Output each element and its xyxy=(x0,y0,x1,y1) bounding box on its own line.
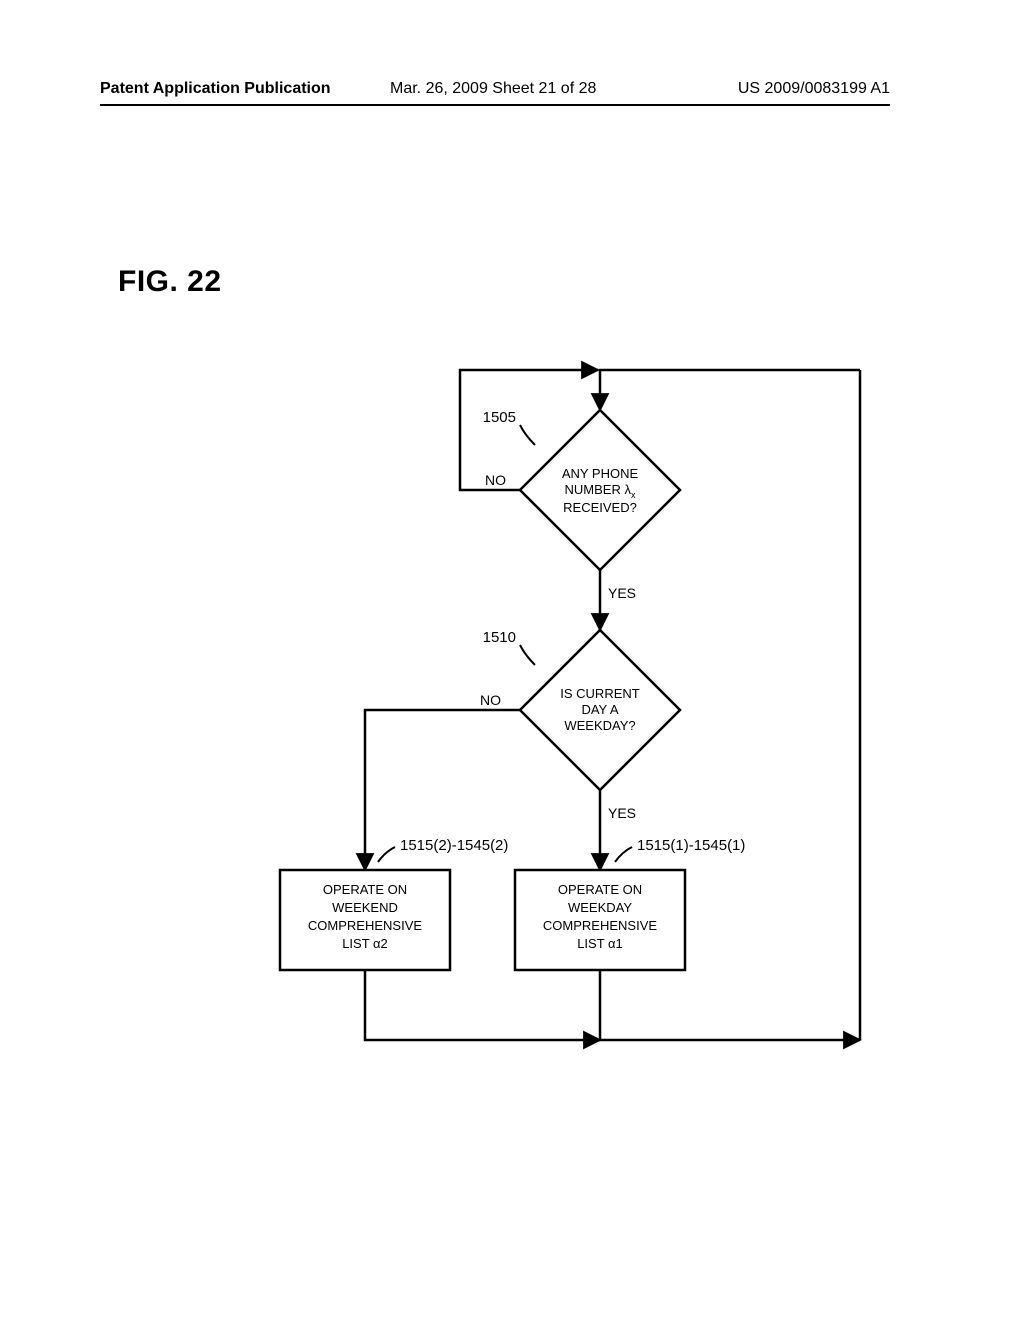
header-publication: Patent Application Publication xyxy=(100,80,331,98)
ref-1510: 1510 xyxy=(483,629,535,665)
header-divider xyxy=(100,104,890,106)
pw-l1: OPERATE ON xyxy=(323,882,407,897)
ref-1505: 1505 xyxy=(483,409,535,445)
label-no-1: NO xyxy=(485,472,506,488)
edge-d1-yes: YES xyxy=(600,570,636,630)
label-no-2: NO xyxy=(480,692,501,708)
d2-l1: IS CURRENT xyxy=(560,686,640,701)
pd-l4: LIST α1 xyxy=(577,936,623,951)
d1-l3: RECEIVED? xyxy=(563,500,637,515)
ref-1510-text: 1510 xyxy=(483,629,516,646)
process-weekday: OPERATE ON WEEKDAY COMPREHENSIVE LIST α1 xyxy=(515,870,685,970)
pw-l2: WEEKEND xyxy=(332,900,398,915)
decision-1505: ANY PHONE NUMBER λx RECEIVED? xyxy=(520,410,680,570)
d2-l3: WEEKDAY? xyxy=(564,718,635,733)
pw-l4: LIST α2 xyxy=(342,936,388,951)
label-yes-2: YES xyxy=(608,805,636,821)
ref-weekday: 1515(1)-1545(1) xyxy=(615,837,745,862)
pd-l3: COMPREHENSIVE xyxy=(543,918,657,933)
header-pubnum: US 2009/0083199 A1 xyxy=(738,80,890,98)
header-sheet: Mar. 26, 2009 Sheet 21 of 28 xyxy=(390,80,596,98)
patent-page: Patent Application Publication Mar. 26, … xyxy=(100,70,890,1160)
edge-entry xyxy=(600,370,860,410)
pd-l2: WEEKDAY xyxy=(568,900,632,915)
label-yes-1: YES xyxy=(608,585,636,601)
d1-l1: ANY PHONE xyxy=(562,466,639,481)
flowchart-figure: NO YES NO YES ANY PHONE NUMBER λ xyxy=(200,360,880,1080)
decision-1510: IS CURRENT DAY A WEEKDAY? xyxy=(520,630,680,790)
ref-weekend: 1515(2)-1545(2) xyxy=(378,837,508,862)
figure-title: FIG. 22 xyxy=(118,265,222,299)
pw-l3: COMPREHENSIVE xyxy=(308,918,422,933)
process-weekend: OPERATE ON WEEKEND COMPREHENSIVE LIST α2 xyxy=(280,870,450,970)
ref-1505-text: 1505 xyxy=(483,409,516,426)
d2-l2: DAY A xyxy=(581,702,618,717)
ref-weekday-text: 1515(1)-1545(1) xyxy=(637,837,745,854)
pd-l1: OPERATE ON xyxy=(558,882,642,897)
ref-weekend-text: 1515(2)-1545(2) xyxy=(400,837,508,854)
